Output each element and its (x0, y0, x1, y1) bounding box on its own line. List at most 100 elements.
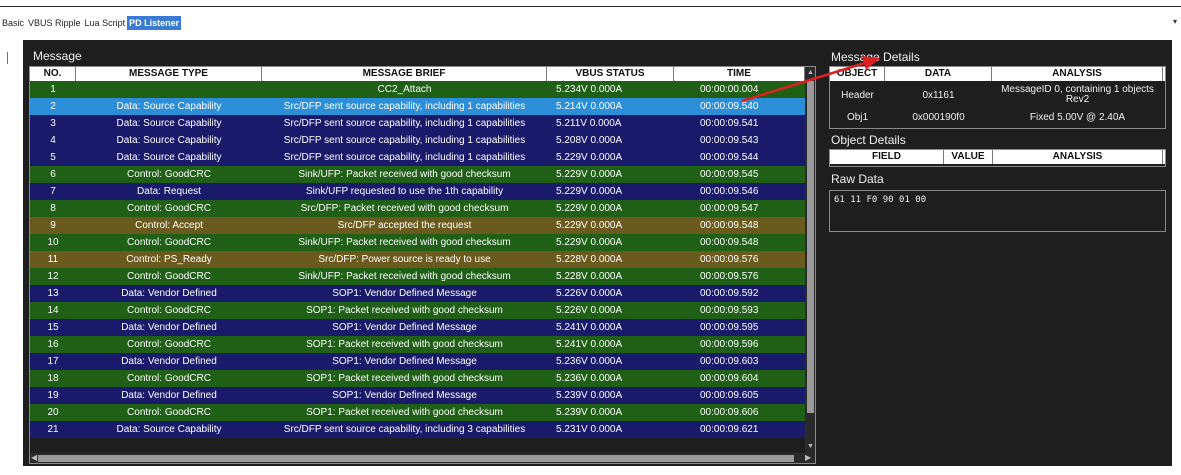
cell-time: 00:00:09.543 (700, 135, 759, 146)
table-row[interactable]: 2 Data: Source Capability Src/DFP sent sou… (30, 98, 805, 115)
cell-message-brief: Src/DFP sent source capability, includin… (283, 118, 526, 129)
col-time[interactable]: TIME (674, 67, 805, 81)
cell-message-brief: Src/DFP accepted the request (337, 220, 472, 231)
col-message-type[interactable]: MESSAGE TYPE (76, 67, 262, 81)
table-row[interactable]: 19 Data: Vendor Defined SOP1: Vendor Defin… (30, 387, 805, 404)
col-value[interactable]: VALUE (944, 150, 993, 164)
col-vbus-status[interactable]: VBUS STATUS (547, 67, 674, 81)
table-row[interactable]: 9 Control: Accept Src/DFP accepted the req… (30, 217, 805, 234)
details-object: Obj1 (846, 111, 869, 123)
raw-data-box[interactable]: 61 11 F0 90 01 00 (829, 190, 1166, 232)
details-row[interactable]: Obj1 0x000190f0 Fixed 5.00V @ 2.40A (830, 109, 1165, 125)
cell-message-type: Data: Vendor Defined (121, 356, 217, 367)
cell-vbus-status: 5.208V 0.000A (556, 135, 623, 146)
table-row[interactable]: 8 Control: GoodCRC Src/DFP: Packet receive… (30, 200, 805, 217)
vertical-scroll-thumb[interactable] (807, 81, 814, 413)
col-no[interactable]: NO. (30, 67, 76, 81)
table-row[interactable]: 13 Data: Vendor Defined SOP1: Vendor Defin… (30, 285, 805, 302)
cell-no: 19 (47, 390, 59, 401)
table-row[interactable]: 6 Control: GoodCRC Sink/UFP: Packet receiv… (30, 166, 805, 183)
cell-time: 00:00:09.541 (700, 118, 759, 129)
tab-menu-icon[interactable]: ▾ (1173, 17, 1177, 26)
cell-message-brief: Sink/UFP: Packet received with good chec… (298, 169, 511, 180)
cell-vbus-status: 5.241V 0.000A (556, 339, 623, 350)
table-row[interactable]: 11 Control: PS_Ready Src/DFP: Power source… (30, 251, 805, 268)
scroll-up-icon[interactable]: ▲ (807, 69, 814, 76)
cell-message-brief: SOP1: Vendor Defined Message (332, 356, 477, 367)
cell-message-type (76, 81, 262, 98)
scroll-down-icon[interactable]: ▼ (807, 443, 814, 450)
table-row[interactable]: 12 Control: GoodCRC Sink/UFP: Packet recei… (30, 268, 805, 285)
cell-message-type: Control: PS_Ready (126, 254, 212, 265)
cell-vbus-status: 5.226V 0.000A (556, 305, 623, 316)
cell-message-type: Data: Source Capability (116, 118, 222, 129)
scroll-right-icon[interactable]: ▶ (805, 453, 811, 462)
col-field[interactable]: FIELD (830, 150, 944, 164)
cell-message-brief: Sink/UFP: Packet received with good chec… (298, 237, 511, 248)
cell-time: 00:00:09.606 (700, 407, 759, 418)
table-row[interactable]: 4 Data: Source Capability Src/DFP sent sou… (30, 132, 805, 149)
tab-pd-listener[interactable]: PD Listener (127, 16, 182, 30)
table-row[interactable]: 5 Data: Source Capability Src/DFP sent sou… (30, 149, 805, 166)
table-row[interactable]: 7 Data: Request Sink/UFP requested to use … (30, 183, 805, 200)
cell-no: 4 (50, 135, 56, 146)
table-row[interactable]: 16 Control: GoodCRC SOP1: Packet received … (30, 336, 805, 353)
cell-message-type: Control: GoodCRC (127, 203, 211, 214)
cell-message-type: Control: GoodCRC (127, 169, 211, 180)
cell-message-brief: Src/DFP sent source capability, includin… (283, 101, 526, 112)
cell-message-brief: SOP1: Vendor Defined Message (332, 288, 477, 299)
cell-time: 00:00:09.605 (700, 390, 759, 401)
cell-message-type: Data: Request (137, 186, 201, 197)
tab-lua-script[interactable]: Lua Script (83, 16, 128, 30)
table-row[interactable]: 3 Data: Source Capability Src/DFP sent sou… (30, 115, 805, 132)
cell-message-brief: Src/DFP sent source capability, includin… (283, 135, 526, 146)
cell-time: 00:00:09.576 (700, 271, 759, 282)
cell-message-brief: Sink/UFP requested to use the 1th capabi… (305, 186, 504, 197)
cell-vbus-status: 5.239V 0.000A (556, 390, 623, 401)
message-details-table: OBJECT DATA ANALYSIS Header 0x1161 Messa… (829, 66, 1166, 129)
details-data: 0x1161 (922, 89, 955, 101)
scroll-left-icon[interactable]: ◀ (31, 453, 37, 462)
col-data[interactable]: DATA (885, 67, 992, 81)
cell-vbus-status: 5.226V 0.000A (556, 288, 623, 299)
horizontal-scrollbar[interactable]: ◀ ▶ (30, 453, 815, 463)
tab-vbus-ripple[interactable]: VBUS Ripple (26, 16, 83, 30)
cell-message-type: Control: GoodCRC (127, 237, 211, 248)
col-object-analysis[interactable]: ANALYSIS (993, 150, 1163, 164)
table-row[interactable]: 15 Data: Vendor Defined SOP1: Vendor Defin… (30, 319, 805, 336)
cell-message-brief: SOP1: Packet received with good checksum (306, 305, 503, 316)
table-row[interactable]: 20 Control: GoodCRC SOP1: Packet received … (30, 404, 805, 421)
cell-message-brief: Sink/UFP: Packet received with good chec… (298, 271, 511, 282)
table-row[interactable]: 17 Data: Vendor Defined SOP1: Vendor Defin… (30, 353, 805, 370)
cell-no: 12 (47, 271, 59, 282)
table-row[interactable]: 1 CC2_Attach 5.234V 0.000A 00:00:00.004 (30, 81, 805, 98)
vertical-scrollbar[interactable]: ▲ ▼ (805, 67, 815, 453)
col-analysis[interactable]: ANALYSIS (992, 67, 1163, 81)
table-row[interactable]: 21 Data: Source Capability Src/DFP sent so… (30, 421, 805, 438)
cell-message-type: Data: Source Capability (116, 101, 222, 112)
cell-vbus-status: 5.239V 0.000A (556, 407, 623, 418)
cell-time: 00:00:09.544 (700, 152, 759, 163)
cell-vbus-status: 5.236V 0.000A (556, 373, 623, 384)
table-row[interactable]: 10 Control: GoodCRC Sink/UFP: Packet recei… (30, 234, 805, 251)
cell-no: 2 (50, 101, 56, 112)
tab-basic[interactable]: Basic (0, 16, 26, 30)
cell-no: 10 (47, 237, 59, 248)
cell-message-type: Data: Vendor Defined (121, 390, 217, 401)
details-row[interactable]: Header 0x1161 MessageID 0, containing 1 … (830, 81, 1165, 109)
details-analysis: Fixed 5.00V @ 2.40A (1029, 111, 1126, 123)
cell-vbus-status: 5.211V 0.000A (556, 118, 622, 129)
cell-time: 00:00:09.603 (700, 356, 759, 367)
col-message-brief[interactable]: MESSAGE BRIEF (262, 67, 547, 81)
cell-vbus-status: 5.241V 0.000A (556, 322, 623, 333)
cell-no: 17 (47, 356, 59, 367)
table-row[interactable]: 14 Control: GoodCRC SOP1: Packet received … (30, 302, 805, 319)
table-row[interactable]: 18 Control: GoodCRC SOP1: Packet received … (30, 370, 805, 387)
message-details-title: Message Details (831, 50, 920, 64)
cell-message-brief: Src/DFP sent source capability, includin… (283, 152, 526, 163)
horizontal-scroll-thumb[interactable] (38, 455, 794, 462)
cell-time: 00:00:09.548 (700, 220, 759, 231)
cell-message-type: Control: GoodCRC (127, 339, 211, 350)
tab-bar: Basic VBUS Ripple Lua Script PD Listener (0, 15, 1181, 31)
col-object[interactable]: OBJECT (830, 67, 885, 81)
